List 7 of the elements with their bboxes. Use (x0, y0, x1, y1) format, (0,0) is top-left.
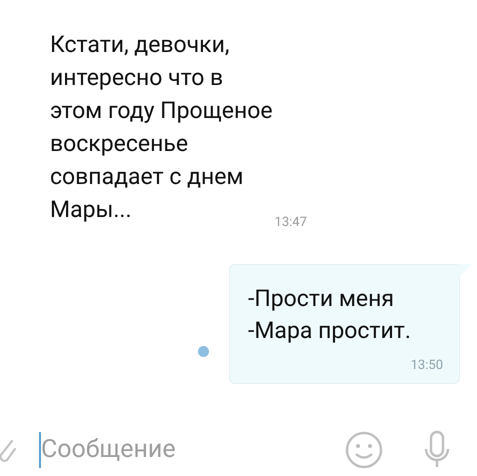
message-time: 13:50 (410, 356, 443, 374)
message-field[interactable]: Сообщение (39, 432, 319, 468)
message-time: 13:47 (274, 214, 307, 232)
message-text: Кстати, девочки, интересно что в этом году Прощеное воскресенье совпадает с днем Мары... (50, 30, 273, 225)
smiley-icon[interactable] (345, 431, 383, 469)
message-text: -Прости меня (248, 284, 396, 314)
message-text: -Мара простит. (248, 316, 412, 346)
